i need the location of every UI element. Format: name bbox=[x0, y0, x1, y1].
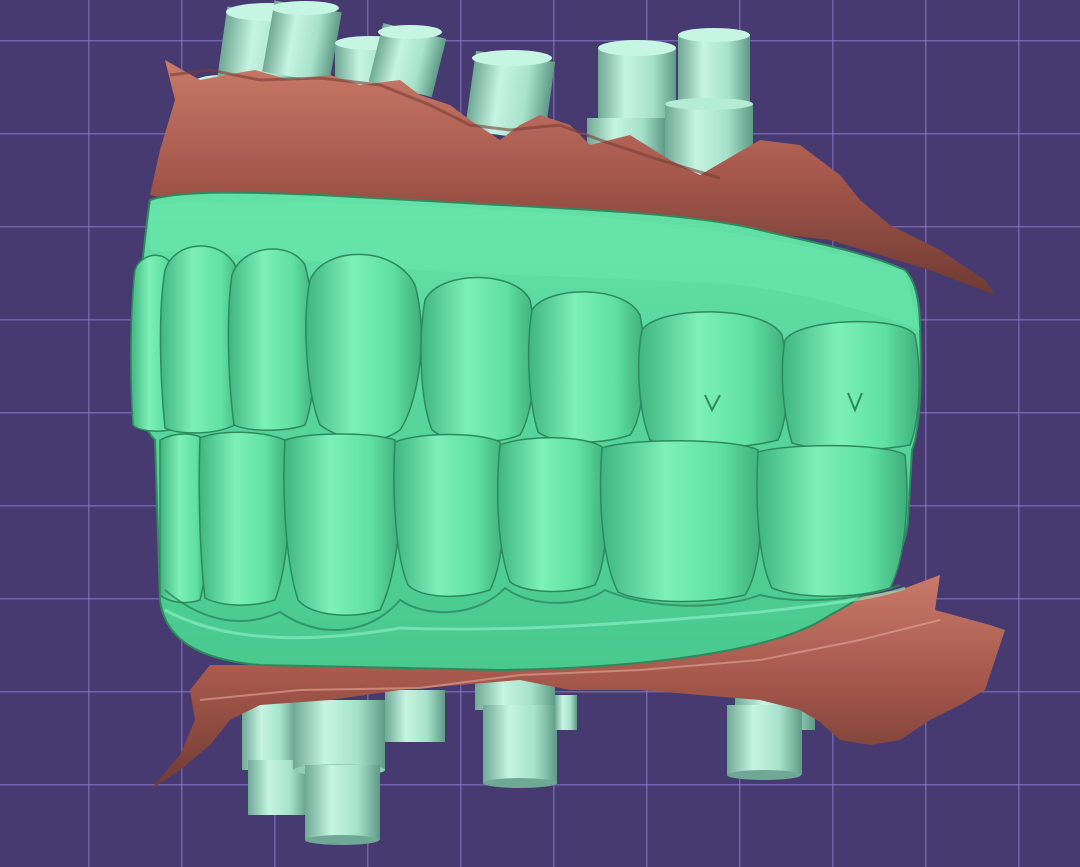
abutment-cylinder[interactable] bbox=[262, 0, 342, 84]
tooth-lower-2[interactable] bbox=[198, 431, 290, 606]
3d-viewport[interactable] bbox=[0, 0, 1080, 867]
tooth-lower-4[interactable] bbox=[393, 433, 506, 598]
tooth-lower-6[interactable] bbox=[599, 439, 763, 603]
tooth-lower-7[interactable] bbox=[756, 444, 908, 597]
tooth-lower-5[interactable] bbox=[496, 436, 608, 593]
tooth-upper-4[interactable] bbox=[305, 253, 423, 441]
abutment-cylinder[interactable] bbox=[385, 690, 445, 742]
dental-model-scene[interactable] bbox=[0, 0, 1080, 867]
abutment-cylinder[interactable] bbox=[555, 695, 577, 730]
tooth-upper-3[interactable] bbox=[227, 248, 316, 431]
tooth-upper-5[interactable] bbox=[420, 276, 536, 443]
lower-teeth bbox=[159, 431, 908, 616]
tooth-upper-8[interactable] bbox=[781, 320, 920, 451]
tooth-upper-6[interactable] bbox=[527, 291, 646, 443]
tooth-lower-3[interactable] bbox=[283, 433, 401, 616]
abutment-cylinder[interactable] bbox=[293, 700, 385, 845]
tooth-upper-7[interactable] bbox=[637, 311, 788, 449]
abutment-cylinder[interactable] bbox=[475, 670, 557, 788]
